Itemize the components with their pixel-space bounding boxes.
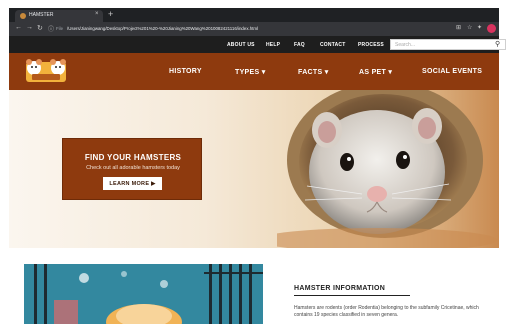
hamster-logo-icon[interactable]	[24, 57, 68, 85]
info-title: HAMSTER INFORMATION	[294, 285, 386, 292]
link-faq[interactable]: FAQ	[294, 42, 305, 48]
browser-tab[interactable]: HAMSTER ×	[15, 10, 103, 22]
close-tab-icon[interactable]: ×	[95, 11, 99, 17]
link-process[interactable]: PROCESS	[358, 42, 384, 48]
content-section: HAMSTER INFORMATION Hamsters are rodents…	[9, 248, 499, 324]
promo-title: FIND YOUR HAMSTERS	[84, 153, 182, 162]
search-box: ⚲	[390, 39, 506, 50]
search-icon[interactable]: ⚲	[495, 40, 500, 48]
learn-more-label: LEARN MORE ▶	[109, 180, 156, 187]
info-text: Hamsters are rodents (order Rodentia) be…	[294, 305, 479, 318]
info-divider	[294, 295, 410, 296]
nav-social-events[interactable]: SOCIAL EVENTS	[422, 68, 482, 75]
nav-facts[interactable]: FACTS ▾	[298, 68, 329, 76]
hero-banner: FIND YOUR HAMSTERS Check out all adorabl…	[9, 90, 499, 248]
learn-more-button[interactable]: LEARN MORE ▶	[103, 177, 162, 190]
profile-avatar[interactable]	[487, 24, 496, 33]
promo-subtitle: Check out all adorable hamsters today	[86, 165, 180, 171]
promo-box: FIND YOUR HAMSTERS Check out all adorabl…	[62, 138, 202, 200]
nav-types[interactable]: TYPES ▾	[235, 68, 266, 76]
url-scheme-label: File	[56, 26, 64, 31]
forward-icon[interactable]: →	[26, 24, 33, 31]
new-tab-icon[interactable]: +	[108, 9, 113, 19]
reload-icon[interactable]: ↻	[37, 24, 43, 32]
extensions-icon[interactable]: ✦	[477, 24, 482, 31]
info-icon[interactable]: ⓘ	[48, 24, 54, 33]
tab-title: HAMSTER	[29, 12, 54, 18]
url-field[interactable]: /Users/Jianingwang/Desktop/Project%201%2…	[67, 26, 258, 31]
translate-icon[interactable]: ⊞	[456, 24, 461, 31]
address-bar: ← → ↻ ⓘ File /Users/Jianingwang/Desktop/…	[9, 22, 499, 36]
browser-tab-bar: HAMSTER × +	[9, 8, 499, 22]
link-contact[interactable]: CONTACT	[320, 42, 345, 48]
link-about-us[interactable]: ABOUT US	[227, 42, 255, 48]
site-top-bar: ABOUT US HELP FAQ CONTACT PROCESS ⚲	[9, 36, 506, 53]
hamster-photo	[277, 90, 497, 248]
main-nav: HISTORY TYPES ▾ FACTS ▾ AS PET ▾ SOCIAL …	[9, 53, 499, 90]
hamster-cage-photo	[24, 264, 263, 324]
link-help[interactable]: HELP	[266, 42, 280, 48]
nav-history[interactable]: HISTORY	[169, 68, 202, 75]
favicon-icon	[20, 13, 26, 19]
star-icon[interactable]: ☆	[467, 24, 472, 31]
nav-as-pet[interactable]: AS PET ▾	[359, 68, 392, 76]
back-icon[interactable]: ←	[15, 24, 22, 31]
search-input[interactable]	[391, 40, 491, 49]
